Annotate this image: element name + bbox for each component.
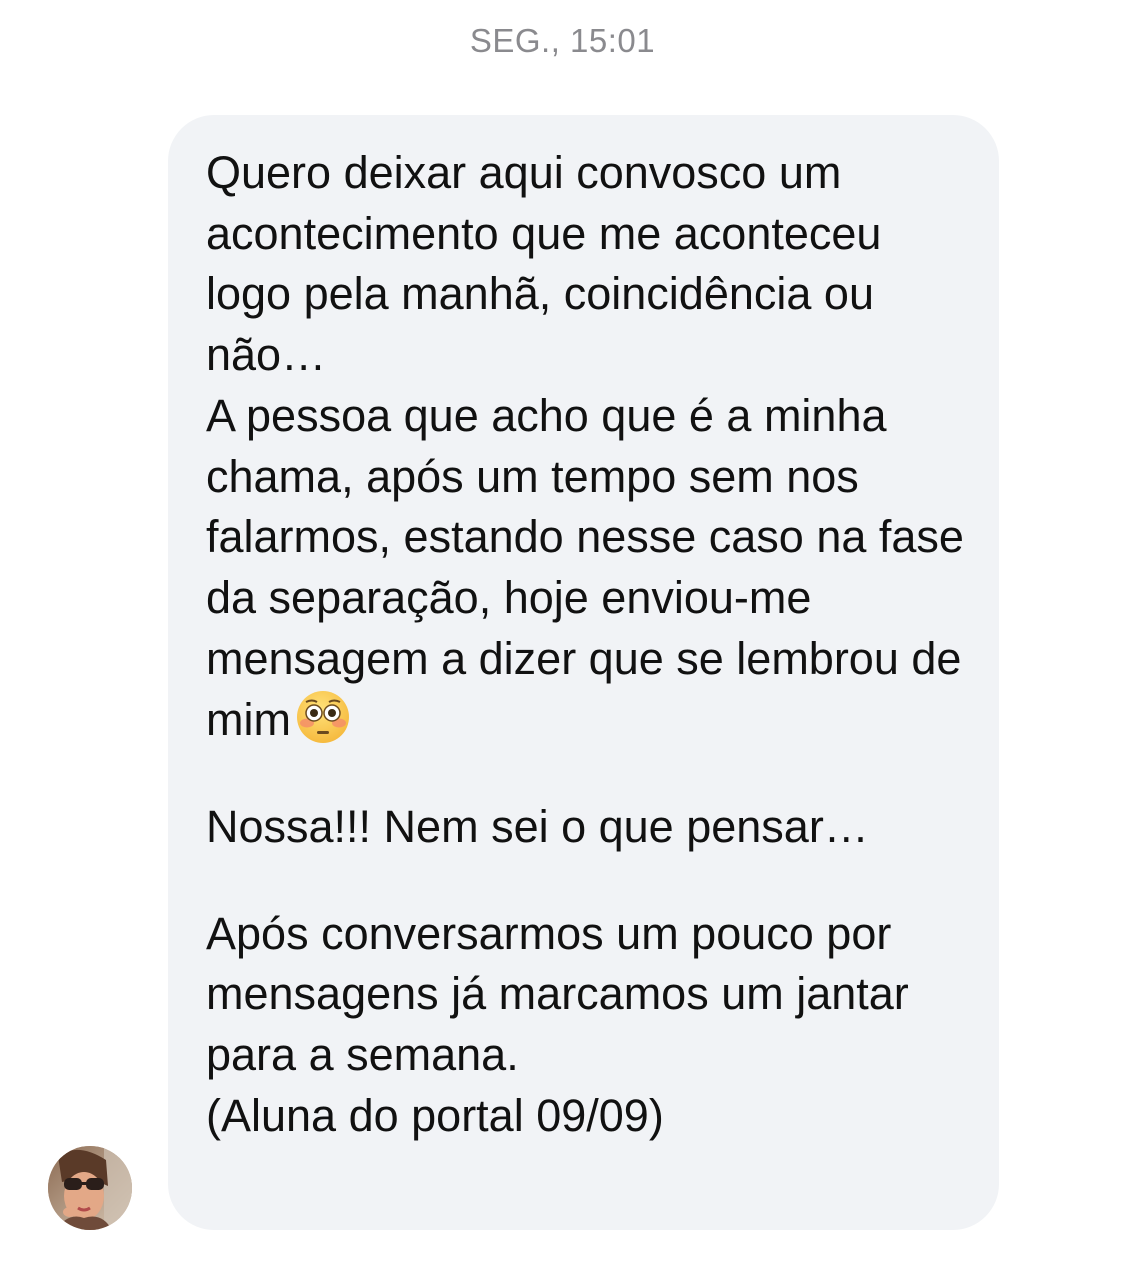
received-message-row: Quero deixar aqui convosco um acontecime… [0, 115, 1125, 1230]
flushed-face-emoji-icon [296, 691, 349, 744]
message-paragraph: Nossa!!! Nem sei o que pensar… [206, 801, 869, 853]
message-paragraph: A pessoa que acho que é a minha chama, a… [206, 386, 969, 751]
message-timestamp: SEG., 15:01 [469, 22, 656, 59]
user-avatar-icon [48, 1146, 132, 1230]
message-paragraph: Quero deixar aqui convosco um acontecime… [206, 147, 882, 381]
message-bubble[interactable]: Quero deixar aqui convosco um acontecime… [168, 115, 999, 1230]
sender-avatar[interactable] [48, 1146, 132, 1230]
message-paragraph: (Aluna do portal 09/09) [206, 1089, 664, 1141]
message-paragraph: Após conversarmos um pouco por mensagens… [206, 907, 909, 1081]
